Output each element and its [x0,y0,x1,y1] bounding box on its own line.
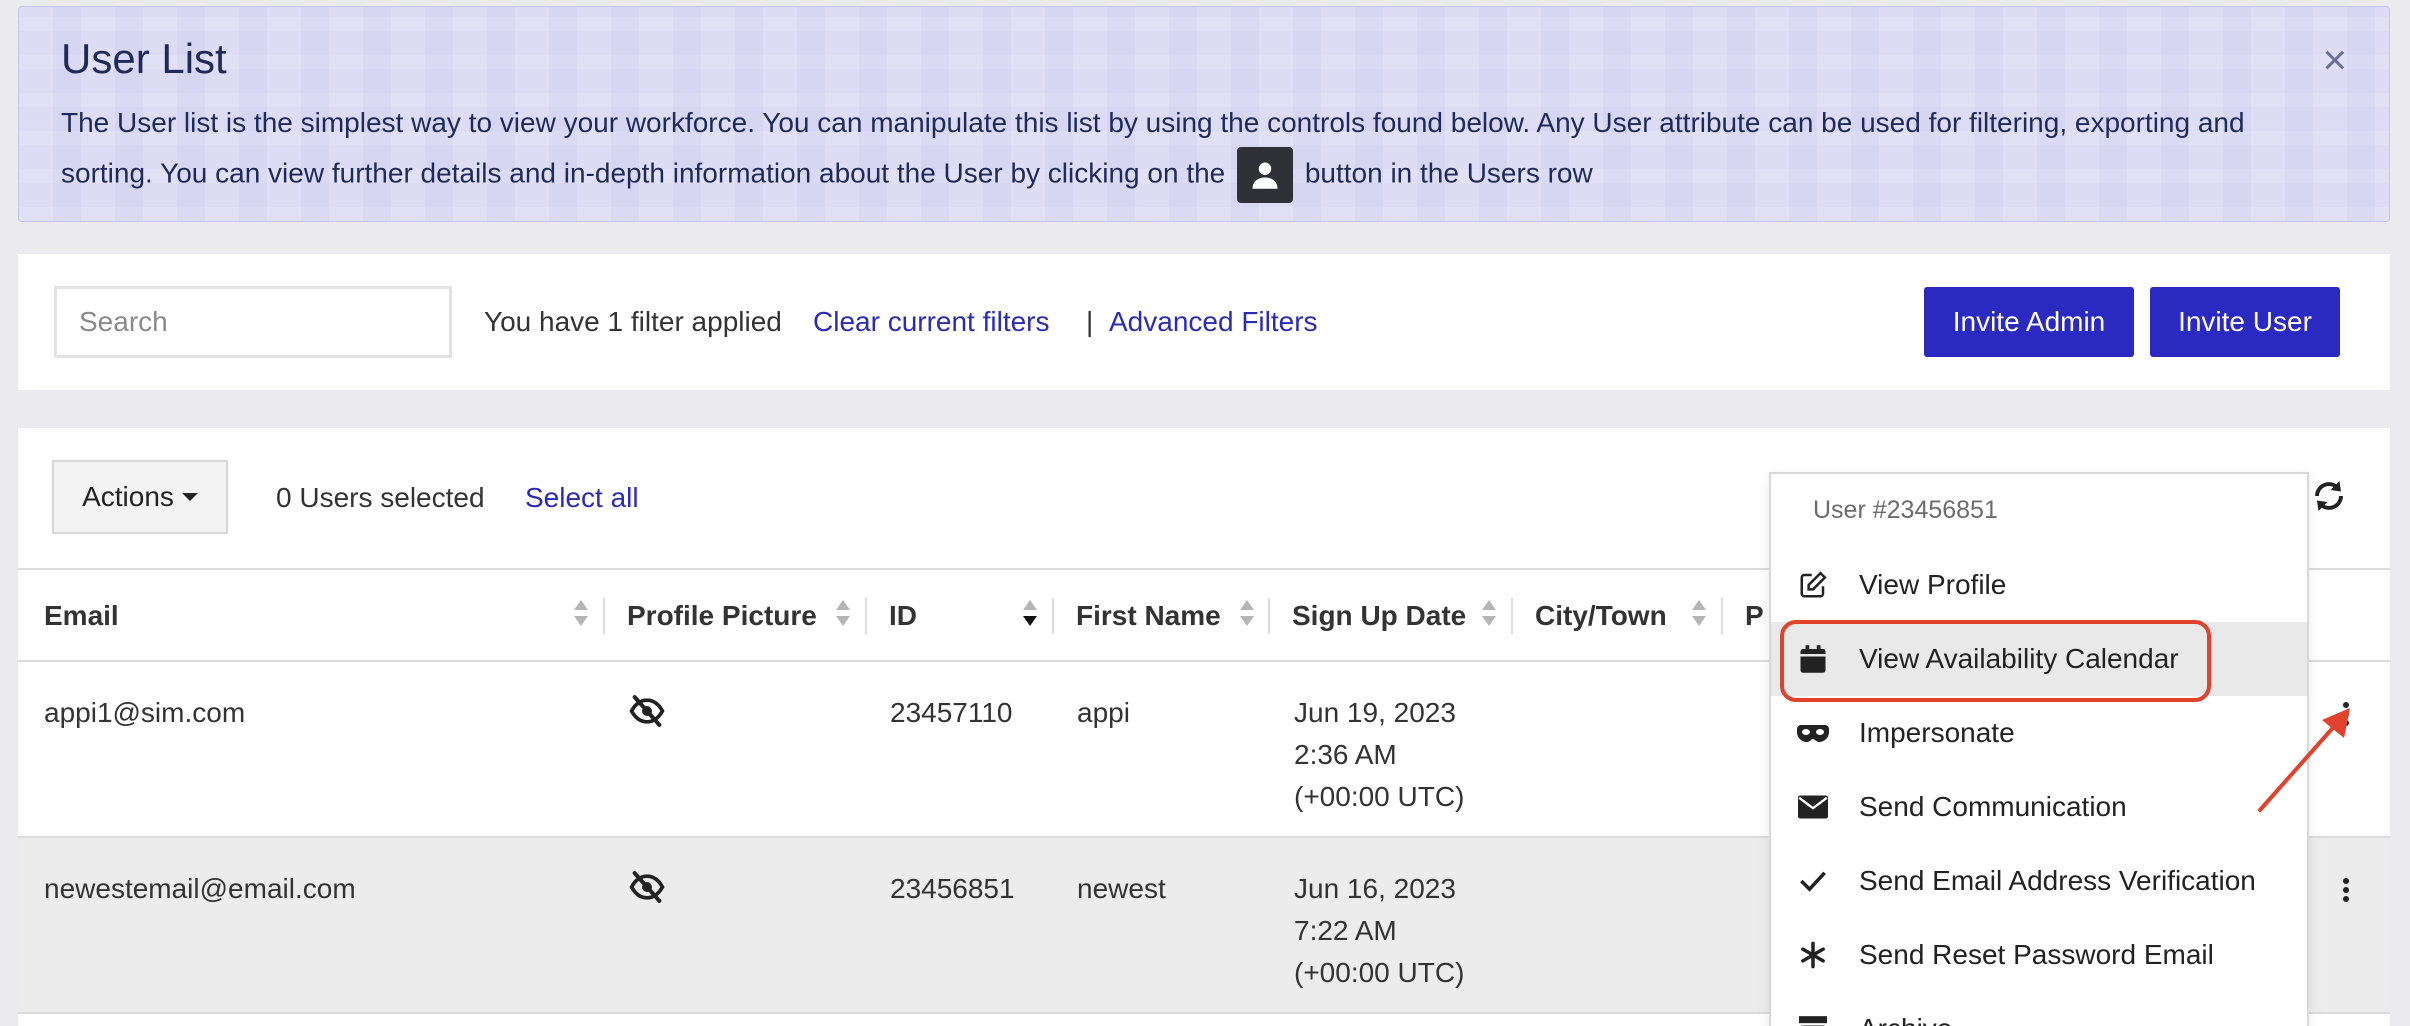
column-divider [1721,598,1723,634]
refresh-icon[interactable] [2311,478,2347,514]
check-icon [1797,865,1829,897]
caret-down-icon [181,493,198,501]
asterisk-icon [1797,939,1829,971]
email-cell: newestemail@email.com [44,873,356,904]
sort-icon[interactable] [574,600,588,630]
menu-header: User #23456851 [1813,495,1998,524]
column-header-profile-picture[interactable]: Profile Picture [627,570,817,662]
sign-up-timezone: (+00:00 UTC) [1294,781,1465,812]
sort-desc-icon[interactable] [1023,600,1037,630]
menu-item-label: Send Email Address Verification [1859,865,2256,896]
sign-up-time: 7:22 AM [1294,915,1397,946]
column-header-partial[interactable]: P [1745,570,1764,662]
search-field[interactable] [54,286,452,358]
selected-count: 0 Users selected [276,482,485,513]
invite-admin-button[interactable]: Invite Admin [1924,287,2134,357]
column-divider [1268,598,1270,634]
sort-icon[interactable] [1240,600,1254,630]
banner-text-after: button in the Users row [1304,157,1593,189]
edit-icon [1797,569,1829,601]
filter-count-text: You have 1 filter applied [484,306,782,337]
sign-up-time: 2:36 AM [1294,739,1397,770]
menu-item-send-email-verification[interactable]: Send Email Address Verification [1771,844,2307,918]
menu-item-label: View Availability Calendar [1859,643,2179,674]
menu-item-label: Send Communication [1859,791,2127,822]
mask-icon [1797,717,1829,749]
actions-label: Actions [82,481,174,512]
menu-item-send-reset-password[interactable]: Send Reset Password Email [1771,918,2307,992]
menu-item-archive[interactable]: Archive [1771,992,2307,1026]
column-header-first-name[interactable]: First Name [1076,570,1221,662]
menu-item-impersonate[interactable]: Impersonate [1771,696,2307,770]
column-header-sign-up-date[interactable]: Sign Up Date [1292,570,1466,662]
menu-item-send-communication[interactable]: Send Communication [1771,770,2307,844]
row-menu-icon[interactable] [2341,878,2351,908]
menu-item-label: Archive [1859,1013,1952,1026]
menu-item-label: Send Reset Password Email [1859,939,2214,970]
envelope-icon [1797,791,1829,823]
actions-dropdown-button[interactable]: Actions [52,460,228,534]
first-name-cell: appi [1077,697,1130,728]
sign-up-date: Jun 16, 2023 [1294,873,1456,904]
column-divider [1511,598,1513,634]
filter-separator: | [1086,306,1094,337]
banner-text-before: The User list is the simplest way to vie… [61,107,2245,189]
close-icon[interactable]: × [2322,39,2347,81]
archive-icon [1797,1013,1829,1026]
eye-slash-icon [629,871,665,903]
row-menu-icon[interactable] [2341,702,2351,732]
invite-user-button[interactable]: Invite User [2150,287,2340,357]
column-header-city-town[interactable]: City/Town [1535,570,1667,662]
sign-up-date-cell: Jun 16, 2023 7:22 AM (+00:00 UTC) [1294,868,1464,994]
column-divider [865,598,867,634]
column-header-email[interactable]: Email [44,570,119,662]
menu-item-label: View Profile [1859,569,2007,600]
sort-icon[interactable] [1482,600,1496,630]
sign-up-date: Jun 19, 2023 [1294,697,1456,728]
clear-filters-link[interactable]: Clear current filters [813,306,1050,338]
row-actions-menu: User #23456851 View Profile View Availab… [1769,472,2309,1026]
column-divider [1052,598,1054,634]
column-divider [603,598,605,634]
sort-icon[interactable] [836,600,850,630]
sign-up-timezone: (+00:00 UTC) [1294,957,1465,988]
email-cell: appi1@sim.com [44,697,246,728]
menu-item-view-profile[interactable]: View Profile [1771,548,2307,622]
id-cell: 23457110 [890,697,1013,728]
info-banner: User List × The User list is the simples… [18,6,2390,222]
user-profile-icon [1237,147,1294,203]
calendar-icon [1797,643,1829,675]
banner-description: The User list is the simplest way to vie… [61,99,2301,203]
first-name-cell: newest [1077,873,1166,904]
sign-up-date-cell: Jun 19, 2023 2:36 AM (+00:00 UTC) [1294,692,1464,818]
select-all-link[interactable]: Select all [525,482,639,514]
column-header-id[interactable]: ID [889,570,917,662]
advanced-filters-link[interactable]: Advanced Filters [1109,306,1318,338]
filter-bar: You have 1 filter applied Clear current … [18,254,2390,390]
eye-slash-icon [629,695,665,727]
banner-title: User List [61,35,227,82]
menu-item-view-availability-calendar[interactable]: View Availability Calendar [1771,622,2307,696]
sort-icon[interactable] [1692,600,1706,630]
menu-item-label: Impersonate [1859,717,2015,748]
search-input[interactable] [79,306,440,338]
id-cell: 23456851 [890,873,1015,904]
